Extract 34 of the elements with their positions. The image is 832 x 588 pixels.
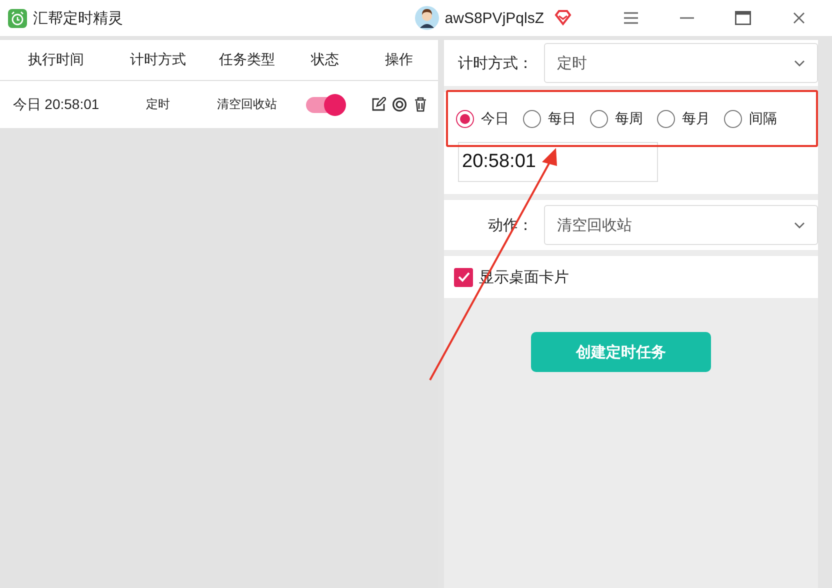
column-header: 操作	[384, 51, 414, 69]
checkmark-icon	[458, 272, 470, 282]
minimize-icon	[680, 17, 694, 19]
checkbox[interactable]	[454, 268, 473, 286]
trash-icon[interactable]	[412, 97, 428, 112]
target-icon[interactable]	[392, 97, 406, 112]
menu-icon	[624, 12, 638, 24]
column-header: 计时方式	[129, 51, 187, 69]
close-icon	[793, 12, 805, 24]
frequency-radio[interactable]: 今日	[456, 110, 509, 128]
table-cell-text: 清空回收站	[216, 96, 278, 113]
diamond-icon[interactable]	[554, 10, 572, 26]
field-label: 计时方式：	[457, 54, 534, 72]
table-cell-text: 定时	[145, 96, 171, 113]
user-avatar[interactable]	[414, 6, 439, 30]
frequency-radio[interactable]: 间隔	[724, 110, 777, 128]
status-toggle[interactable]	[306, 96, 344, 112]
column-header: 状态	[310, 51, 340, 69]
column-header: 任务类型	[218, 51, 276, 69]
column-header: 执行时间	[27, 51, 85, 69]
username: awS8PVjPqlsZ	[444, 10, 544, 26]
frequency-radio[interactable]: 每周	[590, 110, 643, 128]
frequency-radio[interactable]: 每月	[657, 110, 710, 128]
chevron-down-icon	[794, 60, 805, 66]
alarm-clock-icon	[8, 8, 27, 28]
edit-icon[interactable]	[370, 97, 386, 112]
action-dropdown[interactable]: 清空回收站	[544, 205, 818, 245]
maximize-icon	[735, 11, 751, 25]
chevron-down-icon	[794, 222, 805, 228]
mode-dropdown[interactable]: 定时	[544, 43, 818, 83]
app-title: 汇帮定时精灵	[33, 8, 123, 28]
table-cell-text: 今日 20:58:01	[12, 96, 100, 114]
frequency-radio[interactable]: 每日	[523, 110, 576, 128]
time-input[interactable]: 20:58:01	[458, 142, 658, 182]
